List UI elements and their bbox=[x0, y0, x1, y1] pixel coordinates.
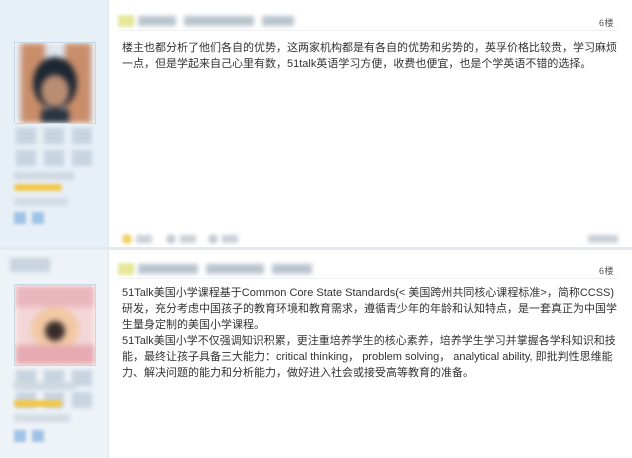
user-tag-icon bbox=[118, 263, 134, 275]
username-link[interactable] bbox=[138, 264, 198, 274]
post-body: 楼主也都分析了他们各自的优势，这两家机构都是有各自的优势和劣势的，英孚价格比较贵… bbox=[122, 40, 620, 72]
user-level-text bbox=[14, 382, 76, 390]
floor-number: 6楼 bbox=[598, 266, 614, 276]
post-header: 6楼 bbox=[118, 12, 618, 31]
post-meta bbox=[206, 264, 264, 274]
user-stats bbox=[16, 128, 92, 166]
badge-icon bbox=[32, 430, 44, 442]
post-time bbox=[262, 16, 294, 26]
post-header: 6楼 bbox=[118, 260, 618, 279]
badge-icon bbox=[32, 212, 44, 224]
post-footer bbox=[122, 234, 618, 246]
report-link[interactable] bbox=[588, 235, 618, 243]
post-paragraph: 51Talk美国小学课程基于Common Core State Standard… bbox=[122, 287, 617, 331]
reply-post-2: 6楼 51Talk美国小学课程基于Common Core State Stand… bbox=[0, 250, 632, 458]
badge-icon bbox=[14, 212, 26, 224]
stat-item bbox=[44, 128, 64, 144]
post-content: 6楼 楼主也都分析了他们各自的优势，这两家机构都是有各自的优势和劣势的，英孚价格… bbox=[108, 0, 632, 250]
avatar[interactable] bbox=[14, 42, 96, 124]
user-sidebar bbox=[0, 0, 109, 250]
level-badge bbox=[14, 400, 62, 407]
stat-item bbox=[16, 150, 36, 166]
comment-button[interactable] bbox=[180, 235, 196, 243]
user-tag-icon bbox=[118, 15, 134, 27]
like-icon[interactable] bbox=[122, 234, 132, 244]
post-paragraph: 楼主也都分析了他们各自的优势，这两家机构都是有各自的优势和劣势的，英孚价格比较贵… bbox=[122, 42, 617, 70]
post-time bbox=[272, 264, 312, 274]
post-meta bbox=[184, 16, 254, 26]
user-sidebar bbox=[0, 250, 109, 458]
stat-item bbox=[44, 150, 64, 166]
user-meta-text bbox=[14, 198, 68, 206]
username-label bbox=[10, 258, 50, 272]
avatar[interactable] bbox=[14, 284, 96, 366]
stat-item bbox=[72, 128, 92, 144]
user-badges bbox=[14, 212, 44, 224]
username-link[interactable] bbox=[138, 16, 176, 26]
stat-item bbox=[16, 128, 36, 144]
reply-post-1: 6楼 楼主也都分析了他们各自的优势，这两家机构都是有各自的优势和劣势的，英孚价格… bbox=[0, 0, 632, 250]
user-badges bbox=[14, 430, 44, 442]
post-content: 6楼 51Talk美国小学课程基于Common Core State Stand… bbox=[108, 250, 632, 458]
post-paragraph: 51Talk美国小学不仅强调知识积累，更注重培养学生的核心素养，培养学生学习并掌… bbox=[122, 335, 616, 379]
stat-item bbox=[72, 392, 92, 408]
post-body: 51Talk美国小学课程基于Common Core State Standard… bbox=[122, 285, 620, 381]
share-button[interactable] bbox=[222, 235, 238, 243]
badge-icon bbox=[14, 430, 26, 442]
user-meta-text bbox=[14, 414, 70, 422]
comment-icon[interactable] bbox=[166, 234, 176, 244]
like-button[interactable] bbox=[136, 235, 152, 243]
share-icon[interactable] bbox=[208, 234, 218, 244]
level-badge bbox=[14, 184, 62, 191]
stat-item bbox=[72, 150, 92, 166]
floor-number: 6楼 bbox=[598, 18, 614, 28]
user-level-text bbox=[14, 172, 74, 180]
